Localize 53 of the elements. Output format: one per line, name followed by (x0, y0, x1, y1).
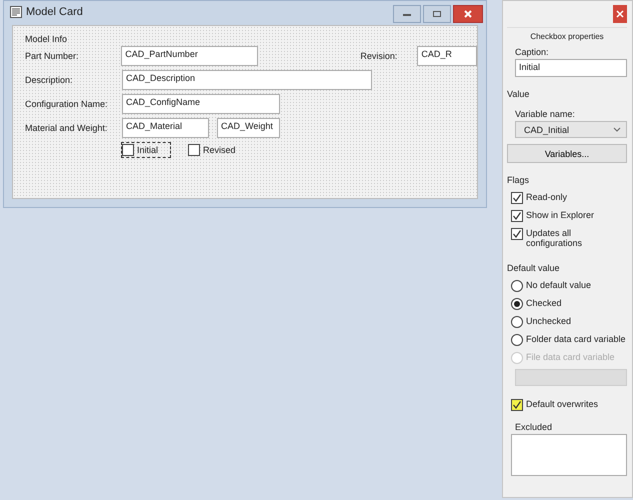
variables-button[interactable]: Variables... (507, 144, 627, 163)
close-icon (463, 9, 473, 19)
section-heading: Default value (507, 263, 561, 273)
group-label: Model Info (25, 34, 68, 44)
section-heading: Value (507, 89, 530, 99)
checkbox-control[interactable]: Initial (121, 142, 172, 158)
caption-label: Caption: (515, 47, 550, 57)
checkbox-label: Show in Explorer (526, 210, 594, 220)
radio-label: Checked (526, 298, 562, 308)
close-icon (616, 10, 624, 18)
radio-label: Folder data card variable (526, 334, 626, 344)
radio-label: No default value (526, 280, 592, 290)
excluded-label: Excluded (515, 422, 554, 432)
variable-dropdown[interactable]: CAD_Initial (515, 121, 627, 138)
checkbox[interactable] (511, 399, 523, 411)
panel-title: Checkbox properties (529, 32, 605, 41)
minimize-icon (402, 11, 412, 17)
checkbox[interactable] (511, 192, 523, 204)
minimize-button[interactable] (393, 5, 421, 23)
close-button[interactable] (613, 5, 627, 23)
radio-label: Unchecked (526, 316, 572, 326)
checkbox[interactable] (511, 210, 523, 222)
form-icon (10, 6, 22, 18)
maximize-button[interactable] (423, 5, 451, 23)
input-field[interactable]: CAD_PartNumber (121, 46, 258, 66)
field-label: Revision: (360, 50, 398, 61)
checkbox[interactable] (511, 228, 523, 240)
input-field[interactable]: CAD_R (417, 46, 477, 66)
checkbox-label: Updates all configurations (526, 228, 584, 248)
field-label: Material and Weight: (25, 122, 108, 133)
dropdown-value: CAD_Initial (524, 124, 570, 134)
radio-button[interactable] (511, 280, 523, 292)
checkbox-label: Read-only (526, 192, 568, 202)
input-field[interactable]: CAD_ConfigName (122, 94, 280, 114)
field-label: Part Number: (25, 50, 80, 61)
section-heading: Flags (507, 175, 530, 185)
window-title: Model Card (26, 6, 83, 18)
field-label: Configuration Name: (25, 98, 109, 109)
radio-button[interactable] (511, 316, 523, 328)
close-button[interactable] (453, 5, 483, 23)
checkbox-label: Default overwrites (526, 399, 598, 409)
radio-button[interactable] (511, 298, 523, 310)
radio-label: File data card variable (526, 352, 615, 362)
input-field[interactable]: CAD_Description (122, 70, 372, 90)
radio-button[interactable] (511, 334, 523, 346)
input-field[interactable]: CAD_Weight (217, 118, 280, 138)
field-label: Description: (25, 74, 74, 85)
checkbox-control[interactable]: Revised (187, 142, 249, 158)
maximize-icon (432, 10, 442, 18)
input-field[interactable]: CAD_Material (122, 118, 209, 138)
variable-label: Variable name: (515, 109, 576, 119)
caret-icon (613, 127, 621, 132)
caption-field[interactable]: Initial (515, 59, 627, 77)
